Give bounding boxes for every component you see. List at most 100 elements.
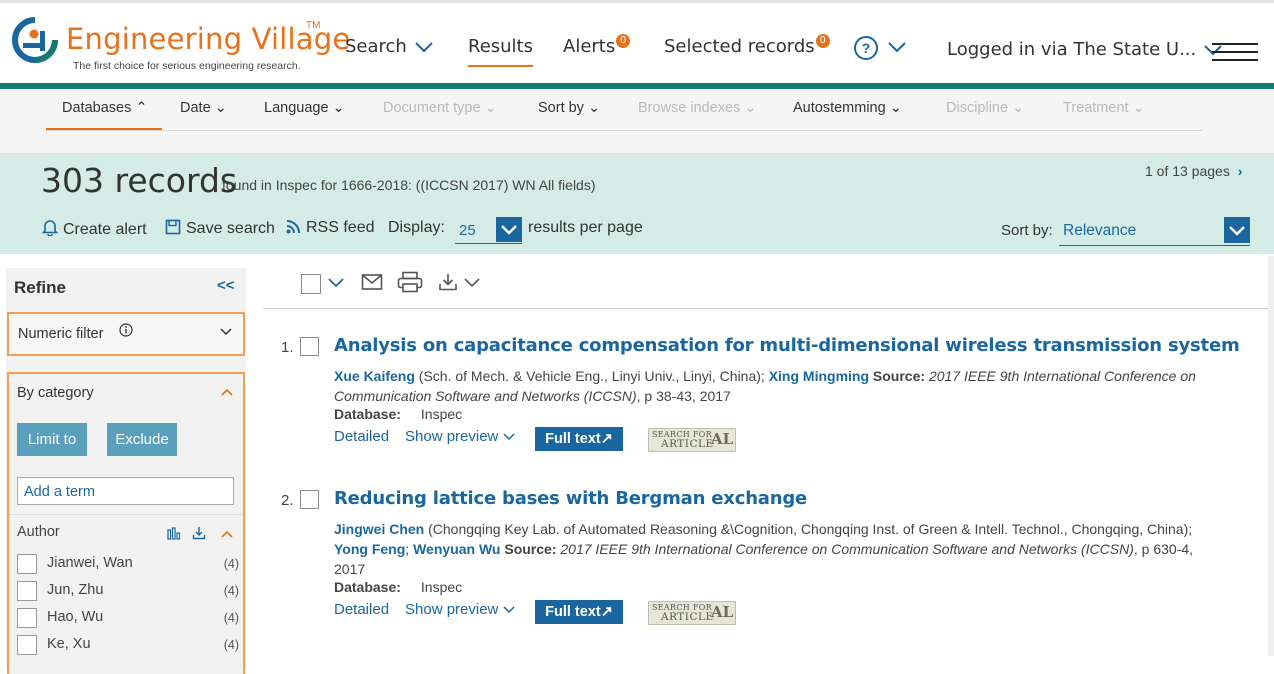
filter-document-type[interactable]: Document type ⌄	[383, 100, 497, 116]
refine-sidebar: Refine << Numeric filter By category Lim…	[6, 268, 246, 674]
result-checkbox[interactable]	[300, 337, 319, 356]
exclude-button[interactable]: Exclude	[107, 423, 177, 456]
chevron-down-icon: ⌄	[484, 100, 497, 116]
database-info: Database: Inspec	[334, 406, 462, 422]
hamburger-menu-icon[interactable]	[1212, 43, 1258, 61]
chevron-down-icon	[1229, 226, 1245, 236]
author-facet-row[interactable]: Jun, Zhu (4)	[17, 581, 239, 601]
limit-to-button[interactable]: Limit to	[17, 423, 87, 456]
author-name: Jun, Zhu	[47, 582, 104, 598]
full-text-label: Full text	[545, 431, 601, 447]
add-term-input[interactable]: Add a term	[17, 477, 234, 505]
nav-search-label: Search	[345, 36, 407, 57]
article-label-bottom: ARTICLE	[661, 438, 714, 450]
author-name: Ke, Xu	[47, 636, 91, 652]
download-chevron-down-icon[interactable]	[463, 277, 481, 289]
author-facet-row[interactable]: Hao, Wu (4)	[17, 608, 239, 628]
author-checkbox[interactable]	[17, 608, 37, 628]
results-main: 1. Analysis on capacitance compensation …	[263, 254, 1274, 656]
filter-language[interactable]: Language ⌄	[264, 100, 345, 116]
article-label-bottom: ARTICLE	[661, 611, 714, 623]
author-count: (4)	[223, 557, 239, 571]
results-per-page-value[interactable]: 25	[459, 222, 476, 239]
source-label: Source:	[869, 368, 929, 384]
nav-login[interactable]: Logged in via The State U...	[947, 39, 1224, 60]
page-scrollbar[interactable]	[1268, 256, 1274, 656]
result-title-link[interactable]: Analysis on capacitance compensation for…	[334, 335, 1240, 356]
external-link-icon: ↗	[600, 604, 613, 620]
author-checkbox[interactable]	[17, 581, 37, 601]
filter-autostemming[interactable]: Autostemming ⌄	[793, 100, 902, 116]
rss-icon	[286, 220, 300, 234]
author-link[interactable]: Xing Mingming	[769, 368, 869, 384]
search-for-article-button[interactable]: SEARCH FOR ARTICLE AL	[648, 428, 736, 452]
page-indicator: 1 of 13 pages	[1145, 163, 1230, 179]
result-checkbox[interactable]	[300, 490, 319, 509]
download-icon[interactable]	[438, 272, 458, 292]
ei-logo-icon[interactable]	[12, 17, 58, 63]
next-page-icon[interactable]: ›	[1238, 163, 1243, 179]
chevron-down-icon: ⌄	[1012, 100, 1025, 116]
database-info: Database: Inspec	[334, 579, 462, 595]
chevron-up-icon[interactable]	[220, 529, 234, 539]
chevron-down-icon: ⌄	[587, 100, 601, 116]
author-facet-row[interactable]: Ke, Xu (4)	[17, 635, 239, 655]
bar-chart-icon[interactable]	[167, 527, 181, 540]
save-search-button[interactable]: Save search	[165, 219, 275, 238]
full-text-button[interactable]: Full text↗	[535, 600, 623, 624]
numeric-filter-panel[interactable]: Numeric filter	[7, 312, 245, 356]
create-alert-button[interactable]: Create alert	[41, 219, 147, 239]
sort-by-value[interactable]: Relevance	[1063, 222, 1136, 240]
filter-discipline[interactable]: Discipline ⌄	[946, 100, 1024, 116]
rss-feed-button[interactable]: RSS feed	[286, 219, 374, 237]
nav-results[interactable]: Results	[468, 36, 533, 67]
author-checkbox[interactable]	[17, 635, 37, 655]
author-link[interactable]: Xue Kaifeng	[334, 368, 415, 384]
filter-sort-by[interactable]: Sort by ⌄	[538, 100, 600, 116]
filter-label: Language	[264, 100, 329, 116]
author-checkbox[interactable]	[17, 554, 37, 574]
by-category-panel: By category Limit to Exclude Add a term …	[7, 372, 245, 674]
result-title-link[interactable]: Reducing lattice bases with Bergman exch…	[334, 488, 807, 509]
chevron-down-icon	[220, 328, 232, 336]
help-chevron-down-icon[interactable]	[886, 40, 908, 54]
author-affiliation: (Chongqing Key Lab. of Automated Reasoni…	[424, 521, 1193, 537]
select-all-checkbox[interactable]	[301, 274, 321, 294]
email-icon[interactable]	[361, 273, 383, 291]
filter-active-underline	[46, 128, 162, 130]
filter-browse-indexes[interactable]: Browse indexes ⌄	[638, 100, 757, 116]
filter-baseline	[46, 130, 1202, 131]
author-link[interactable]: Wenyuan Wu	[413, 541, 500, 557]
chevron-down-icon: ⌄	[332, 100, 345, 116]
filter-databases[interactable]: Databases ⌃	[62, 100, 148, 116]
nav-selected-records[interactable]: Selected records 0	[664, 34, 830, 57]
select-options-chevron-down-icon[interactable]	[327, 277, 345, 289]
show-preview-toggle[interactable]: Show preview	[405, 601, 515, 618]
by-category-label[interactable]: By category	[17, 385, 94, 401]
author-link[interactable]: Jingwei Chen	[334, 521, 424, 537]
search-for-article-button[interactable]: SEARCH FOR ARTICLE AL	[648, 601, 736, 625]
show-preview-toggle[interactable]: Show preview	[405, 428, 515, 445]
sort-by-dropdown[interactable]	[1224, 217, 1250, 243]
info-icon[interactable]	[119, 323, 133, 337]
author-facet-row[interactable]: Jianwei, Wan (4)	[17, 554, 239, 574]
detailed-link[interactable]: Detailed	[334, 428, 389, 445]
refine-heading: Refine	[14, 278, 66, 297]
article-al-logo: AL	[711, 430, 734, 448]
full-text-button[interactable]: Full text↗	[535, 427, 623, 451]
detailed-link[interactable]: Detailed	[334, 601, 389, 618]
download-icon[interactable]	[192, 526, 206, 540]
help-icon[interactable]: ?	[854, 36, 878, 60]
results-per-page-dropdown[interactable]	[496, 217, 522, 242]
nav-alerts[interactable]: Alerts 0	[563, 34, 631, 57]
print-icon[interactable]	[397, 271, 423, 293]
collapse-sidebar-button[interactable]: <<	[217, 277, 235, 294]
toolbar-divider	[263, 308, 1274, 309]
result-citation: Jingwei Chen (Chongqing Key Lab. of Auto…	[334, 519, 1204, 579]
chevron-up-icon[interactable]	[220, 387, 234, 397]
filter-date[interactable]: Date ⌄	[180, 100, 227, 116]
filter-treatment[interactable]: Treatment ⌄	[1063, 100, 1145, 116]
author-link[interactable]: Yong Feng	[334, 541, 405, 557]
nav-search[interactable]: Search	[345, 36, 435, 57]
pagination[interactable]: 1 of 13 pages ›	[1145, 163, 1242, 179]
